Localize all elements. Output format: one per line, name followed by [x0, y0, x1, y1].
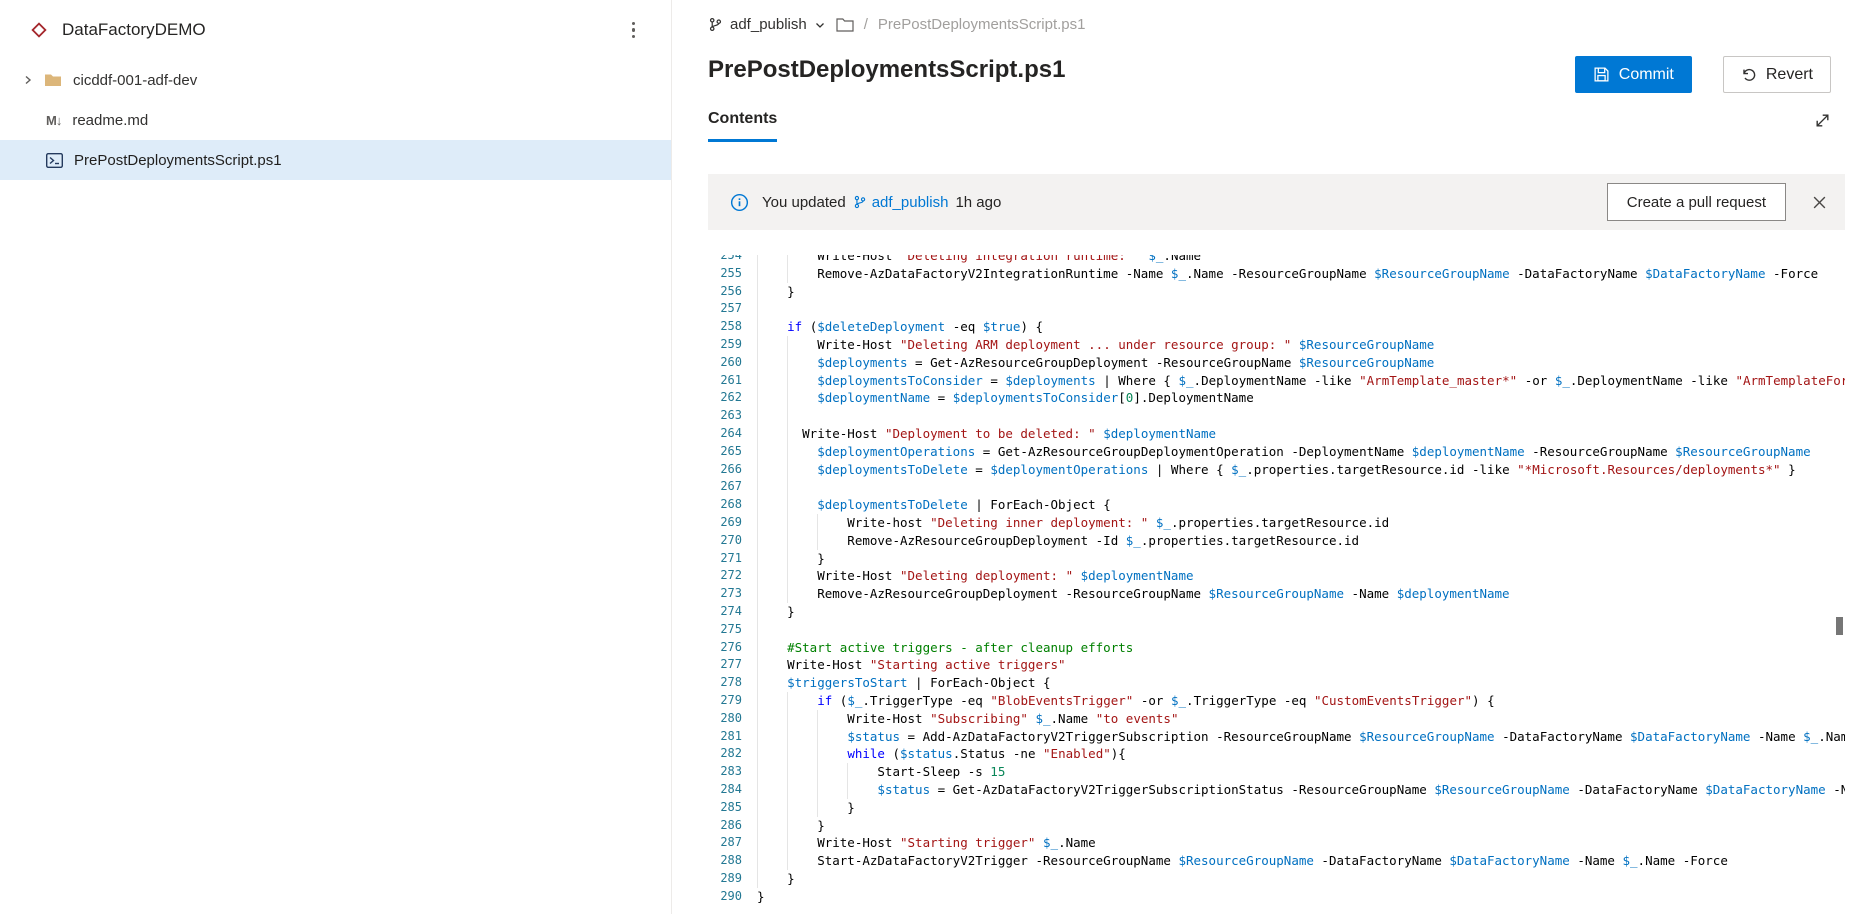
git-branch-icon [709, 17, 722, 32]
repo-header: DataFactoryDEMO [0, 0, 671, 60]
editor-line[interactable]: 267 [702, 478, 1845, 497]
editor-line[interactable]: 282 while ($status.Status -ne "Enabled")… [702, 745, 1845, 764]
code-lines: 254 Write-Host "Deleting integration run… [702, 255, 1845, 905]
editor-line[interactable]: 284 $status = Get-AzDataFactoryV2Trigger… [702, 780, 1845, 799]
sidebar-item-label: readme.md [72, 111, 149, 129]
folder-icon [836, 18, 854, 32]
info-icon [730, 193, 749, 211]
editor-line[interactable]: 261 $deploymentsToConsider = $deployment… [702, 371, 1845, 390]
revert-button[interactable]: Revert [1722, 56, 1831, 93]
editor-line[interactable]: 257 [702, 300, 1845, 319]
action-buttons: Commit Revert [1574, 56, 1831, 93]
notification-time: 1h ago [955, 193, 1002, 211]
file-tree: cicddf-001-adf-dev M↓ readme.md PrePostD… [0, 60, 671, 180]
more-options-icon[interactable] [626, 16, 642, 45]
editor-line[interactable]: 273 Remove-AzResourceGroupDeployment -Re… [702, 585, 1845, 603]
editor-line[interactable]: 254 Write-Host "Deleting integration run… [702, 255, 1845, 265]
editor-line[interactable]: 290} [702, 888, 1845, 906]
editor-scrollbar-handle[interactable] [1836, 617, 1843, 635]
main-panel: adf_publish / PrePostDeploymentsScript.p… [672, 0, 1853, 914]
editor-line[interactable]: 277 Write-Host "Starting active triggers… [702, 656, 1845, 675]
editor-line[interactable]: 274 } [702, 602, 1845, 621]
sidebar: DataFactoryDEMO cicddf-001-adf-dev M↓ re… [0, 0, 672, 914]
breadcrumb: adf_publish / PrePostDeploymentsScript.p… [708, 16, 1086, 33]
branch-link-text[interactable]: adf_publish [872, 194, 949, 211]
editor-line[interactable]: 280 Write-Host "Subscribing" $_.Name "to… [702, 709, 1845, 728]
breadcrumb-file: PrePostDeploymentsScript.ps1 [877, 16, 1086, 33]
editor-line[interactable]: 259 Write-Host "Deleting ARM deployment … [702, 335, 1845, 354]
editor-line[interactable]: 270 Remove-AzResourceGroupDeployment -Id… [702, 531, 1845, 550]
commit-label: Commit [1618, 65, 1674, 83]
folder-icon [44, 73, 62, 87]
editor-line[interactable]: 266 $deploymentsToDelete = $deploymentOp… [702, 460, 1845, 479]
editor-line[interactable]: 278 $triggersToStart | ForEach-Object { [702, 674, 1845, 692]
notification-message: You updated adf_publish 1h ago [762, 194, 1594, 211]
sidebar-item-script[interactable]: PrePostDeploymentsScript.ps1 [0, 140, 671, 180]
editor-line[interactable]: 279 if ($_.TriggerType -eq "BlobEventsTr… [702, 691, 1845, 710]
editor-line[interactable]: 289 } [702, 869, 1845, 888]
create-pull-request-button[interactable]: Create a pull request [1606, 183, 1786, 221]
data-factory-logo-icon [31, 22, 47, 38]
editor-line[interactable]: 255 Remove-AzDataFactoryV2IntegrationRun… [702, 264, 1845, 283]
commit-button[interactable]: Commit [1574, 56, 1692, 93]
powershell-file-icon [46, 152, 63, 168]
editor-line[interactable]: 275 [702, 620, 1845, 639]
sidebar-item-readme[interactable]: M↓ readme.md [0, 100, 671, 140]
editor-line[interactable]: 269 Write-host "Deleting inner deploymen… [702, 513, 1845, 532]
sidebar-item-label: cicddf-001-adf-dev [73, 71, 198, 89]
revert-label: Revert [1765, 65, 1813, 83]
branch-selector[interactable]: adf_publish [708, 16, 826, 33]
code-editor[interactable]: 254 Write-Host "Deleting integration run… [702, 255, 1845, 914]
branch-link[interactable]: adf_publish [853, 194, 949, 211]
close-icon[interactable] [1808, 191, 1831, 214]
git-branch-icon [854, 195, 865, 209]
expand-icon[interactable] [1814, 112, 1831, 129]
markdown-icon: M↓ [46, 112, 62, 128]
factory-name: DataFactoryDEMO [62, 20, 206, 39]
editor-line[interactable]: 276 #Start active triggers - after clean… [702, 638, 1845, 657]
tab-contents[interactable]: Contents [708, 110, 778, 142]
editor-line[interactable]: 285 } [702, 798, 1845, 817]
editor-line[interactable]: 256 } [702, 282, 1845, 301]
editor-line[interactable]: 263 [702, 407, 1845, 425]
editor-line[interactable]: 271 } [702, 549, 1845, 568]
branch-name: adf_publish [730, 16, 807, 33]
notification-prefix: You updated [762, 193, 846, 211]
sidebar-item-folder[interactable]: cicddf-001-adf-dev [0, 60, 671, 100]
editor-line[interactable]: 262 $deploymentName = $deploymentsToCons… [702, 389, 1845, 408]
undo-icon [1743, 68, 1756, 81]
editor-line[interactable]: 286 } [702, 816, 1845, 835]
editor-line[interactable]: 264 Write-Host "Deployment to be deleted… [702, 424, 1845, 443]
editor-line[interactable]: 268 $deploymentsToDelete | ForEach-Objec… [702, 496, 1845, 514]
editor-line[interactable]: 260 $deployments = Get-AzResourceGroupDe… [702, 353, 1845, 372]
editor-line[interactable]: 265 $deploymentOperations = Get-AzResour… [702, 442, 1845, 461]
editor-line[interactable]: 272 Write-Host "Deleting deployment: " $… [702, 567, 1845, 586]
editor-line[interactable]: 258 if ($deleteDeployment -eq $true) { [702, 318, 1845, 336]
editor-line[interactable]: 288 Start-AzDataFactoryV2Trigger -Resour… [702, 852, 1845, 870]
chevron-right-icon[interactable] [22, 74, 34, 86]
notification-bar: You updated adf_publish 1h ago Create a … [708, 174, 1845, 230]
chevron-down-icon [815, 22, 824, 28]
sidebar-item-label: PrePostDeploymentsScript.ps1 [74, 151, 282, 169]
editor-line[interactable]: 287 Write-Host "Starting trigger" $_.Nam… [702, 834, 1845, 853]
tab-bar: Contents [708, 110, 1831, 144]
breadcrumb-separator: / [863, 16, 868, 33]
save-icon [1594, 67, 1609, 82]
page-title: PrePostDeploymentsScript.ps1 [708, 56, 1066, 83]
editor-line[interactable]: 281 $status = Add-AzDataFactoryV2Trigger… [702, 727, 1845, 746]
editor-line[interactable]: 283 Start-Sleep -s 15 [702, 763, 1845, 781]
